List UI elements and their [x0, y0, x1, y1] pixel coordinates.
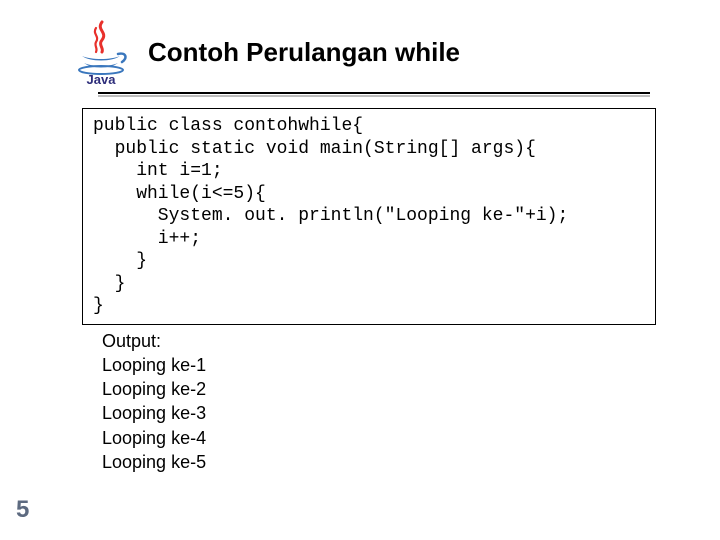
- slide-header: Java Contoh Perulangan while: [72, 18, 690, 86]
- slide-number: 5: [16, 496, 29, 524]
- divider-line: [98, 92, 650, 94]
- slide-title: Contoh Perulangan while: [148, 37, 460, 68]
- output-line: Looping ke-5: [102, 450, 690, 474]
- code-line: i++;: [93, 229, 201, 249]
- output-block: Output: Looping ke-1 Looping ke-2 Loopin…: [102, 329, 690, 475]
- output-line: Looping ke-4: [102, 426, 690, 450]
- code-line: while(i<=5){: [93, 184, 266, 204]
- code-line: }: [93, 251, 147, 271]
- slide: Java Contoh Perulangan while public clas…: [0, 0, 720, 540]
- code-block: public class contohwhile{ public static …: [82, 108, 656, 325]
- java-logo-text: Java: [87, 72, 117, 86]
- java-logo-icon: Java: [72, 18, 130, 86]
- output-line: Looping ke-1: [102, 353, 690, 377]
- output-line: Looping ke-2: [102, 377, 690, 401]
- code-line: public class contohwhile{: [93, 116, 363, 136]
- output-label: Output:: [102, 329, 690, 353]
- output-line: Looping ke-3: [102, 401, 690, 425]
- code-line: int i=1;: [93, 161, 223, 181]
- code-line: System. out. println("Looping ke-"+i);: [93, 206, 568, 226]
- code-line: public static void main(String[] args){: [93, 139, 536, 159]
- code-line: }: [93, 296, 104, 316]
- code-line: }: [93, 274, 125, 294]
